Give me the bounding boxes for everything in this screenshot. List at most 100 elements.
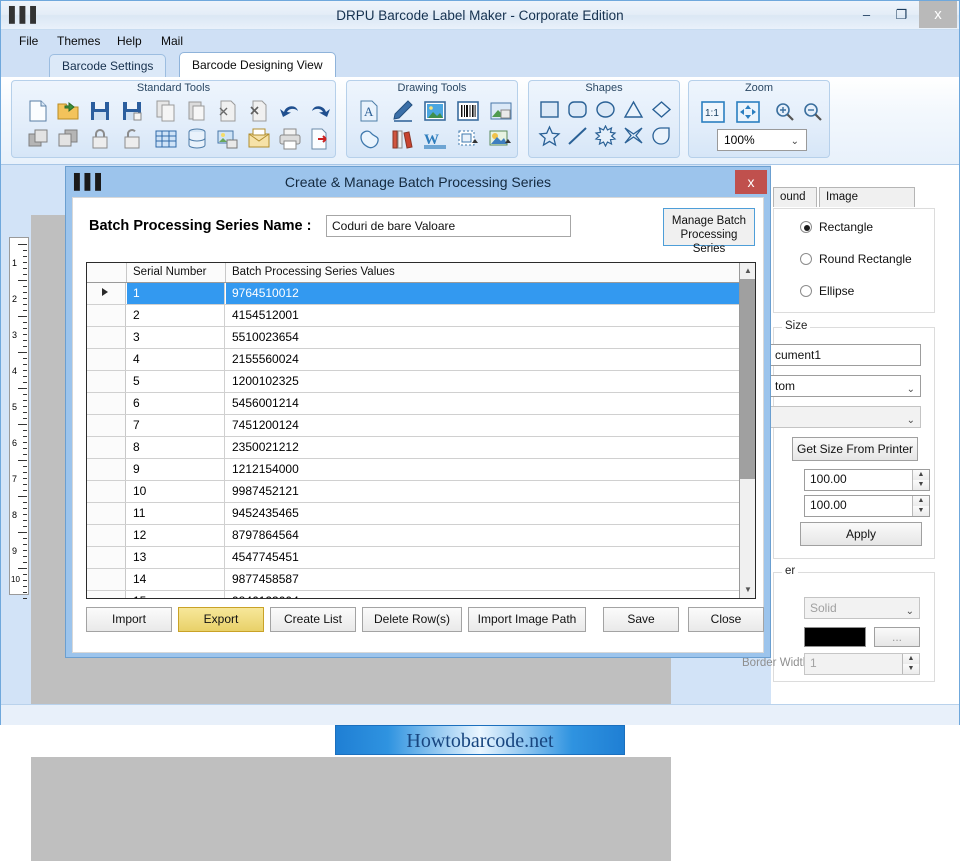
cell-series-value[interactable]: 1200102325 — [226, 371, 740, 392]
cell-serial-number[interactable]: 7 — [127, 415, 225, 436]
border-width-spinner[interactable]: 1 ▲ ▼ — [804, 653, 920, 675]
manage-batch-processing-series-button[interactable]: Manage Batch Processing Series — [663, 208, 755, 255]
cell-series-value[interactable]: 9877458587 — [226, 569, 740, 590]
library-icon[interactable] — [390, 127, 416, 151]
signature-icon[interactable] — [390, 99, 416, 123]
email-icon[interactable] — [247, 127, 273, 151]
spinner-up-icon[interactable]: ▲ — [912, 496, 929, 506]
cell-series-value[interactable]: 9764510012 — [226, 283, 740, 304]
menu-item-mail[interactable]: Mail — [157, 33, 187, 50]
cell-series-value[interactable]: 2155560024 — [226, 349, 740, 370]
zoom-out-icon[interactable] — [801, 101, 827, 125]
row-header[interactable] — [87, 305, 126, 326]
height-spinner[interactable]: 100.00 ▲ ▼ — [804, 495, 930, 517]
row-header[interactable] — [87, 591, 126, 598]
star-icon[interactable] — [538, 125, 564, 149]
cell-serial-number[interactable]: 5 — [127, 371, 225, 392]
spinner-up-icon[interactable]: ▲ — [902, 654, 919, 664]
row-header[interactable] — [87, 481, 126, 502]
cell-series-value[interactable]: 5510023654 — [226, 327, 740, 348]
cell-serial-number[interactable]: 13 — [127, 547, 225, 568]
table-row[interactable]: 1 9764510012 — [87, 283, 740, 305]
freehand-icon[interactable] — [357, 127, 383, 151]
line-icon[interactable] — [566, 125, 592, 149]
round-rectangle-icon[interactable] — [566, 99, 592, 123]
cell-serial-number[interactable]: 14 — [127, 569, 225, 590]
cell-series-value[interactable]: 4154512001 — [226, 305, 740, 326]
redo-icon[interactable] — [308, 99, 334, 123]
cell-series-value[interactable]: 7451200124 — [226, 415, 740, 436]
copy-icon[interactable] — [154, 99, 180, 123]
lock-icon[interactable] — [88, 127, 114, 151]
unit-combo[interactable]: tom ⌄ — [769, 375, 921, 397]
table-row[interactable]: 13 4547745451 — [87, 547, 740, 569]
row-header[interactable] — [87, 437, 126, 458]
new-document-icon[interactable] — [26, 99, 52, 123]
table-row[interactable]: 4 2155560024 — [87, 349, 740, 371]
bring-front-icon[interactable] — [26, 127, 52, 151]
grid-header-series-values[interactable]: Batch Processing Series Values — [226, 263, 740, 282]
document-name-input[interactable]: cument1 — [769, 344, 921, 366]
import-button[interactable]: Import — [86, 607, 172, 632]
table-row[interactable]: 6 5456001214 — [87, 393, 740, 415]
cell-series-value[interactable]: 1212154000 — [226, 459, 740, 480]
table-row[interactable]: 5 1200102325 — [87, 371, 740, 393]
row-header[interactable] — [87, 569, 126, 590]
radio-ellipse[interactable]: Ellipse — [800, 284, 854, 298]
scrollbar-thumb[interactable] — [740, 279, 755, 479]
table-row[interactable]: 10 9987452121 — [87, 481, 740, 503]
row-header[interactable] — [87, 503, 126, 524]
unlock-icon[interactable] — [120, 127, 146, 151]
delete-rows-button[interactable]: Delete Row(s) — [362, 607, 462, 632]
print-icon[interactable] — [278, 127, 304, 151]
image-library-icon[interactable] — [216, 127, 242, 151]
grid-vertical-scrollbar[interactable]: ▲ ▼ — [739, 263, 755, 598]
shape-gallery-icon[interactable] — [489, 127, 515, 151]
text-icon[interactable]: A — [357, 99, 383, 123]
watermark-icon[interactable] — [489, 99, 515, 123]
cell-series-value[interactable]: 8797864564 — [226, 525, 740, 546]
cell-serial-number[interactable]: 8 — [127, 437, 225, 458]
row-header[interactable] — [87, 393, 126, 414]
cell-series-value[interactable]: 5456001214 — [226, 393, 740, 414]
table-row[interactable]: 3 5510023654 — [87, 327, 740, 349]
radio-round-rectangle[interactable]: Round Rectangle — [800, 252, 912, 266]
paste-icon[interactable] — [185, 99, 211, 123]
get-size-from-printer-button[interactable]: Get Size From Printer — [792, 437, 918, 461]
import-image-path-button[interactable]: Import Image Path — [468, 607, 586, 632]
row-header[interactable] — [87, 459, 126, 480]
export-button[interactable]: Export — [178, 607, 264, 632]
picture-icon[interactable] — [423, 99, 449, 123]
menu-item-themes[interactable]: Themes — [53, 33, 104, 50]
series-name-input[interactable]: Coduri de bare Valoare — [326, 215, 571, 237]
send-back-icon[interactable] — [56, 127, 82, 151]
row-header[interactable] — [87, 415, 126, 436]
triangle-icon[interactable] — [622, 99, 648, 123]
burst-icon[interactable] — [594, 125, 620, 149]
menu-item-file[interactable]: File — [15, 33, 42, 50]
spinner-down-icon[interactable]: ▼ — [912, 480, 929, 490]
undo-icon[interactable] — [278, 99, 304, 123]
cell-serial-number[interactable]: 12 — [127, 525, 225, 546]
border-color-browse-button[interactable]: ... — [874, 627, 920, 647]
tab-barcode-designing-view[interactable]: Barcode Designing View — [179, 52, 336, 78]
delete-icon[interactable] — [247, 99, 273, 123]
cell-serial-number[interactable]: 15 — [127, 591, 225, 598]
tab-barcode-settings[interactable]: Barcode Settings — [49, 54, 167, 77]
border-color-swatch[interactable] — [804, 627, 866, 647]
row-header[interactable] — [87, 371, 126, 392]
border-style-combo[interactable]: Solid ⌄ — [804, 597, 920, 619]
pie-icon[interactable] — [650, 125, 676, 149]
actual-size-icon[interactable]: 1:1 — [699, 99, 729, 123]
cell-series-value[interactable]: 4547745451 — [226, 547, 740, 568]
paper-size-combo[interactable]: ⌄ — [769, 406, 921, 428]
close-button[interactable]: Close — [688, 607, 764, 632]
ellipse-icon[interactable] — [594, 99, 620, 123]
radio-rectangle[interactable]: Rectangle — [800, 220, 873, 234]
cut-icon[interactable] — [216, 99, 242, 123]
spinner-up-icon[interactable]: ▲ — [912, 470, 929, 480]
zoom-in-icon[interactable] — [773, 101, 799, 125]
row-header[interactable] — [87, 283, 126, 304]
tab-background[interactable]: ound — [773, 187, 817, 207]
diamond-icon[interactable] — [650, 99, 676, 123]
